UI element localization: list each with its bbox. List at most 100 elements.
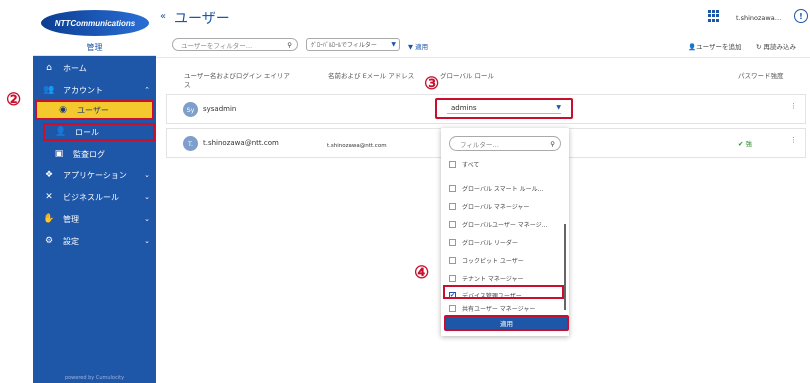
global-role-filter-label: ｸﾞﾛｰﾊﾞﾙﾛｰﾙでフィルター [311, 42, 377, 49]
back-icon[interactable]: « [160, 11, 166, 22]
sidebar-item-label: ビジネスルール [63, 192, 119, 202]
caret-down-icon: ▼ [391, 41, 396, 48]
role-dropdown: フィルター… ⚲ すべて グローバル スマート ルール… グローバル マネージャ… [441, 128, 569, 336]
more-actions-icon[interactable]: ⋮ [790, 102, 797, 110]
role-option[interactable]: グローバル マネージャー [449, 200, 561, 212]
select-underline [447, 113, 561, 114]
sidebar-item-business-rules[interactable]: ✕ ビジネスルール ⌄ [33, 187, 156, 207]
sidebar-item-label: ユーザー [77, 105, 109, 115]
add-user-icon: 👤 [688, 43, 697, 51]
role-option[interactable]: グローバル スマート ルール… [449, 182, 561, 194]
chevron-up-icon: ⌃ [144, 86, 150, 94]
sidebar-item-label: ロール [75, 127, 99, 137]
users-icon: 👥 [43, 85, 55, 95]
checkbox[interactable] [449, 160, 456, 168]
checkbox[interactable] [449, 304, 456, 312]
column-header-email: 名前および Eメール アドレス [328, 72, 415, 80]
role-option[interactable]: テナント マネージャー [449, 272, 561, 284]
search-icon: ⚲ [550, 139, 555, 148]
sidebar-item-label: アカウント [63, 85, 103, 95]
user-filter-placeholder: ユーザーをフィルター… [181, 41, 253, 50]
global-role-value: admins [451, 104, 477, 112]
filter-icon: ▼ [408, 43, 413, 51]
checkbox[interactable] [449, 274, 456, 282]
apply-filter-label: 適用 [415, 43, 429, 51]
column-header-role: グローバル ロール [440, 72, 495, 80]
sidebar-item-accounts[interactable]: 👥 アカウント ⌃ [33, 80, 156, 100]
sidebar: NTTCommunications 管理 ⌂ ホーム 👥 アカウント ⌃ ◉ ユ… [33, 0, 156, 383]
avatar: T. [183, 136, 198, 151]
app-switcher-icon[interactable] [708, 10, 720, 22]
sidebar-item-label: アプリケーション [63, 170, 127, 180]
checkbox[interactable] [449, 202, 456, 210]
role-option[interactable]: グローバル リーダー [449, 236, 561, 248]
dropdown-scrollbar[interactable] [564, 224, 566, 310]
global-role-select[interactable]: admins ▼ [435, 98, 573, 119]
sidebar-item-label: ホーム [63, 63, 87, 73]
sidebar-item-label: 監査ログ [73, 149, 105, 159]
checkbox[interactable] [449, 220, 456, 228]
apply-filter-button[interactable]: ▼ 適用 [408, 41, 428, 51]
role-option-label: コックピット ユーザー [462, 257, 524, 265]
handshake-icon: ✋ [43, 214, 55, 224]
annotation-2: ② [6, 90, 22, 110]
chevron-down-icon: ⌄ [144, 193, 150, 201]
username[interactable]: t.shinozawa@ntt.com [203, 139, 279, 147]
powered-by: powered by Cumulocity [64, 375, 125, 381]
top-bar: « ユーザー t.shinozawa… ! [156, 0, 810, 32]
avatar: Sy [183, 102, 198, 117]
sidebar-item-users[interactable]: ◉ ユーザー [35, 100, 154, 120]
chevron-down-icon: ⌄ [144, 237, 150, 245]
logo-area: NTTCommunications 管理 [33, 0, 156, 56]
role-option[interactable]: 共有ユーザー マネージャー [449, 302, 561, 314]
more-actions-icon[interactable]: ⋮ [790, 136, 797, 144]
sidebar-section-title: 管理 [86, 43, 103, 52]
page-title: ユーザー [174, 11, 230, 27]
logo-text: NTTCommunications [54, 18, 136, 28]
add-user-label: ユーザーを追加 [696, 43, 742, 51]
home-icon: ⌂ [46, 63, 52, 73]
annotation-4: ④ [414, 263, 430, 283]
search-icon: ⚲ [287, 40, 292, 49]
user-menu-icon[interactable]: ! [794, 9, 808, 23]
sidebar-item-management[interactable]: ✋ 管理 ⌄ [33, 209, 156, 229]
global-role-filter[interactable]: ｸﾞﾛｰﾊﾞﾙﾛｰﾙでフィルター ▼ [306, 38, 400, 51]
checkbox[interactable] [449, 238, 456, 246]
sidebar-item-home[interactable]: ⌂ ホーム [33, 58, 156, 78]
role-icon: 👤 [55, 127, 67, 137]
column-header-name: ユーザー名およびログイン エイリアス [184, 72, 290, 89]
role-option-label: グローバル スマート ルール… [462, 185, 544, 193]
dropdown-filter-input[interactable]: フィルター… ⚲ [449, 136, 561, 151]
reload-button[interactable]: ↻ 再読み込み [756, 41, 796, 51]
user-circle-icon: ◉ [59, 105, 67, 115]
sidebar-item-audit-log[interactable]: ▣ 監査ログ [33, 144, 156, 164]
role-option-label: グローバル リーダー [462, 239, 518, 247]
gear-icon: ⚙ [44, 236, 54, 246]
sidebar-item-label: 管理 [63, 214, 79, 224]
role-option-label: グローバルユーザー マネージ… [462, 221, 548, 229]
apps-icon: ❖ [44, 170, 54, 180]
apply-button[interactable]: 適用 [444, 315, 569, 331]
role-option[interactable]: すべて [449, 158, 561, 170]
role-option-label: テナント マネージャー [462, 275, 524, 283]
current-user[interactable]: t.shinozawa… [736, 14, 781, 22]
checkbox[interactable] [449, 256, 456, 264]
username[interactable]: sysadmin [203, 105, 236, 113]
checkbox[interactable] [449, 184, 456, 192]
column-header-password: パスワード強度 [738, 72, 784, 80]
ntt-logo: NTTCommunications [41, 10, 149, 36]
toolbar: ユーザーをフィルター… ⚲ ｸﾞﾛｰﾊﾞﾙﾛｰﾙでフィルター ▼ ▼ 適用 👤ユ… [156, 32, 810, 58]
reload-label: 再読み込み [763, 43, 797, 51]
sidebar-item-roles[interactable]: 👤 ロール [43, 123, 155, 141]
sidebar-item-applications[interactable]: ❖ アプリケーション ⌄ [33, 165, 156, 185]
role-option[interactable]: コックピット ユーザー [449, 254, 561, 266]
add-user-button[interactable]: 👤ユーザーを追加 [688, 41, 741, 51]
user-filter-input[interactable]: ユーザーをフィルター… ⚲ [172, 38, 298, 51]
role-option-label: グローバル マネージャー [462, 203, 530, 211]
highlight-box [443, 285, 564, 299]
sidebar-item-settings[interactable]: ⚙ 設定 ⌄ [33, 231, 156, 251]
role-option[interactable]: グローバルユーザー マネージ… [449, 218, 561, 230]
reload-icon: ↻ [756, 43, 762, 51]
email: t.shinozawa@ntt.com [327, 143, 387, 149]
dropdown-filter-placeholder: フィルター… [460, 140, 499, 149]
